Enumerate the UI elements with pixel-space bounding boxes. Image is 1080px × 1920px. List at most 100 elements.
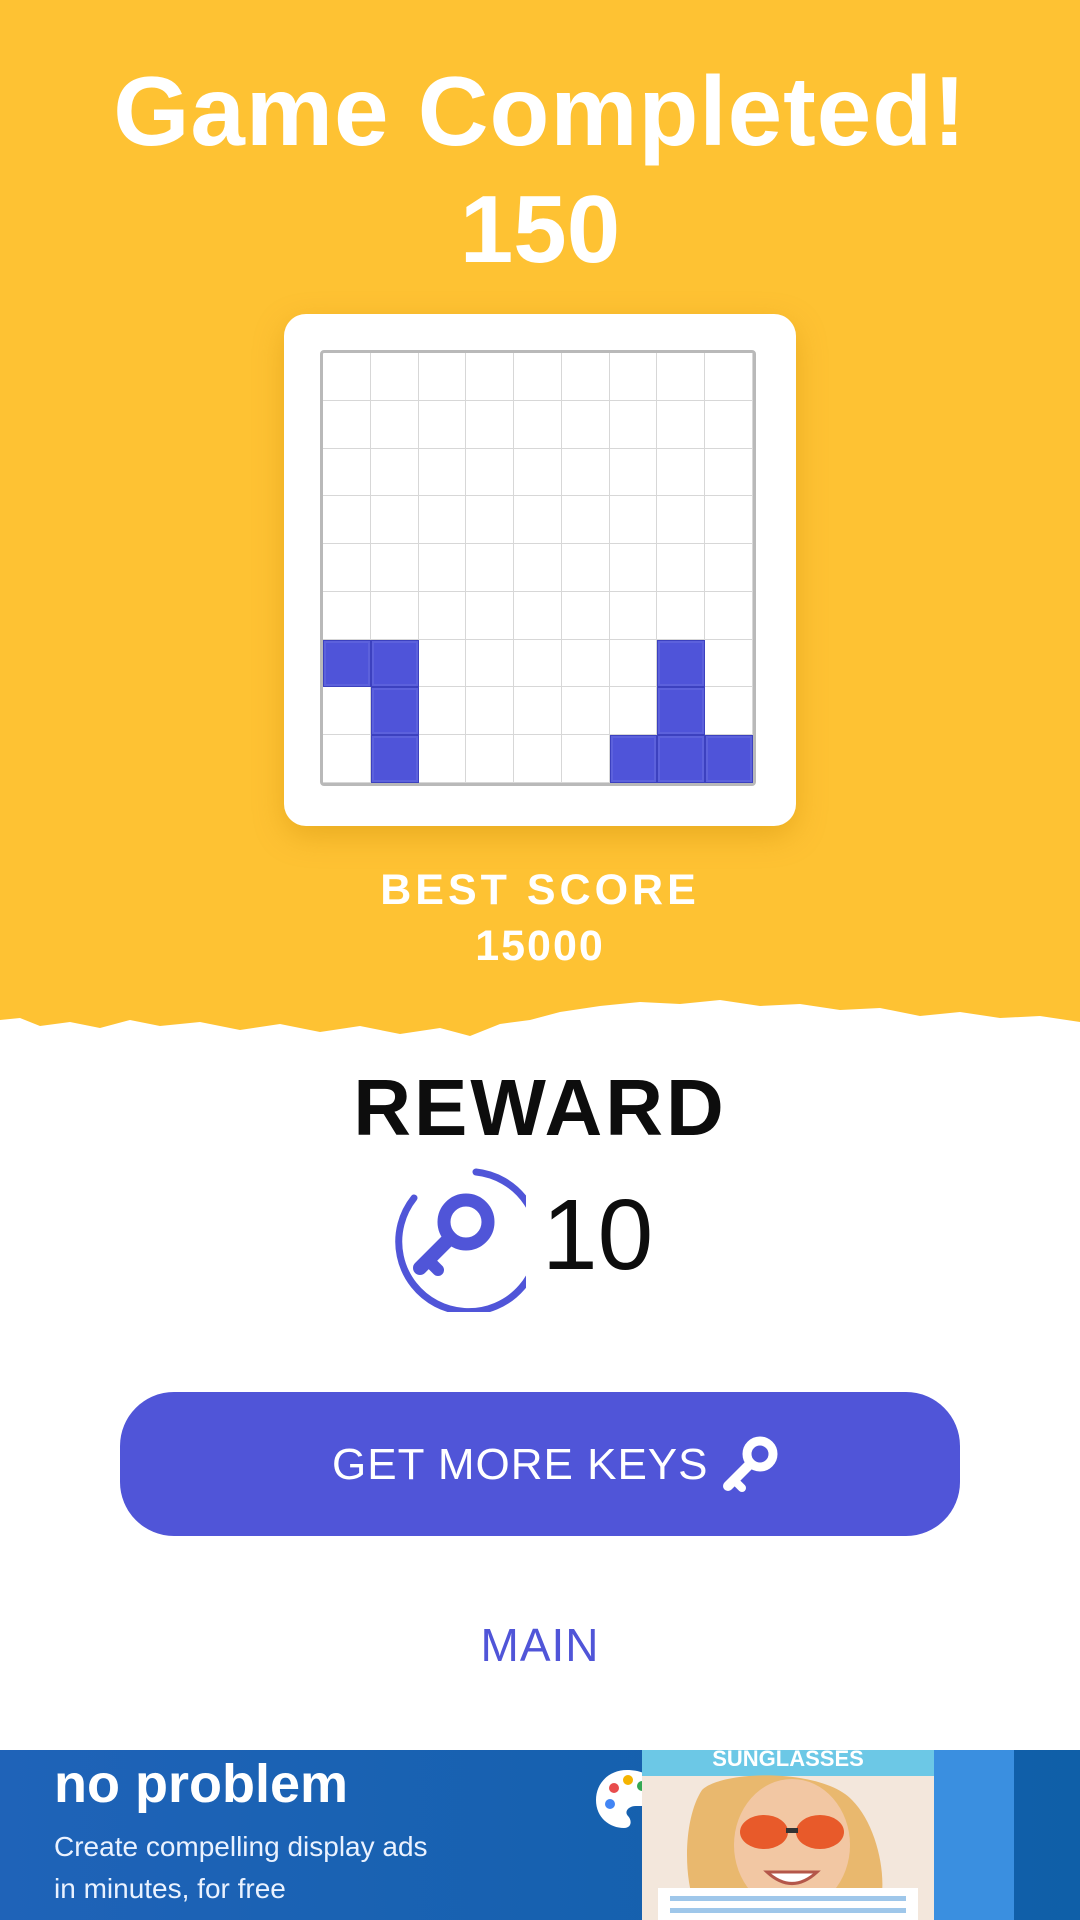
board-cell [466,448,515,497]
board-cell [609,687,658,736]
reward-amount: 10 [542,1179,654,1291]
board-cell [514,639,562,688]
board-cell [418,591,467,640]
main-menu-link[interactable]: MAIN [0,1618,1080,1672]
board-cell [561,496,610,545]
board-cell [561,353,610,401]
woman-with-sunglasses-illustration [658,1775,918,1920]
board-cell [561,448,610,497]
board-cell [514,591,562,640]
ad-body: Create compelling display ads in minutes… [54,1826,428,1910]
get-more-keys-button[interactable]: GET MORE KEYS [120,1392,960,1536]
board-cell [370,448,419,497]
key-icon [395,1168,526,1312]
board-cell [705,448,753,497]
board-cell [418,448,467,497]
board-cell [466,591,515,640]
board-cell [609,544,658,592]
board-cell-filled [370,687,419,736]
board-cell [705,353,753,401]
board-cell [561,735,610,783]
board-cell [705,400,753,449]
board-cell [561,544,610,592]
board-cell [370,591,419,640]
board-cell [323,735,371,783]
ad-side-panel [934,1750,1014,1920]
board-cell [418,639,467,688]
get-more-keys-label: GET MORE KEYS [332,1440,709,1489]
board-cell [466,353,515,401]
board-cell [705,544,753,592]
board-cell [561,639,610,688]
board-cell [418,544,467,592]
board-cell [609,591,658,640]
best-score-value: 15000 [475,922,605,970]
board-cell-filled [609,735,658,783]
board-cell-filled [370,639,419,688]
board-cell [705,639,753,688]
key-icon [723,1436,778,1492]
board-cell [657,544,706,592]
torn-paper-edge [0,1000,1080,1060]
board-cell [561,687,610,736]
board-cell [418,353,467,401]
final-score: 150 [459,176,621,283]
board-cell [609,400,658,449]
board-cell [561,400,610,449]
board-cell [370,496,419,545]
board-cell [609,448,658,497]
board-cell [466,496,515,545]
board-cell [657,353,706,401]
board-cell [418,687,467,736]
board-cell [370,544,419,592]
board-cell [514,496,562,545]
board-cell [466,639,515,688]
board-cell [514,687,562,736]
board-cell [514,735,562,783]
ad-headline: no problem [54,1754,348,1814]
board-cell [657,591,706,640]
board-cell [323,353,371,401]
game-board [320,350,756,786]
board-cell-filled [657,687,706,736]
board-cell [705,496,753,545]
board-cell [609,639,658,688]
board-cell [705,687,753,736]
board-cell-filled [370,735,419,783]
board-card [284,314,796,826]
board-cell [466,544,515,592]
board-cell [418,400,467,449]
board-cell [561,591,610,640]
board-cell [466,735,515,783]
page-title: Game Completed! [113,56,967,166]
board-cell [657,400,706,449]
board-cell [323,448,371,497]
board-cell [323,400,371,449]
board-cell [609,353,658,401]
board-cell-filled [705,735,753,783]
board-cell [514,353,562,401]
board-cell-filled [657,735,706,783]
reward-label: REWARD [353,1063,727,1152]
ad-banner[interactable]: no problem Create compelling display ads… [0,1750,1080,1920]
board-cell [323,591,371,640]
ad-body-line: Create compelling display ads [54,1831,428,1862]
board-cell [466,400,515,449]
board-cell [609,496,658,545]
board-cell [514,544,562,592]
board-cell [466,687,515,736]
ad-body-line: in minutes, for free [54,1873,286,1904]
board-cell [370,400,419,449]
board-cell [657,496,706,545]
board-cell-filled [323,639,371,688]
board-cell [370,353,419,401]
board-cell [323,496,371,545]
board-cell [323,544,371,592]
ad-photo: SUNGLASSES [642,1750,934,1920]
board-cell [418,496,467,545]
board-cell [514,400,562,449]
board-cell [705,591,753,640]
board-cell [418,735,467,783]
board-cell [657,448,706,497]
board-cell [514,448,562,497]
